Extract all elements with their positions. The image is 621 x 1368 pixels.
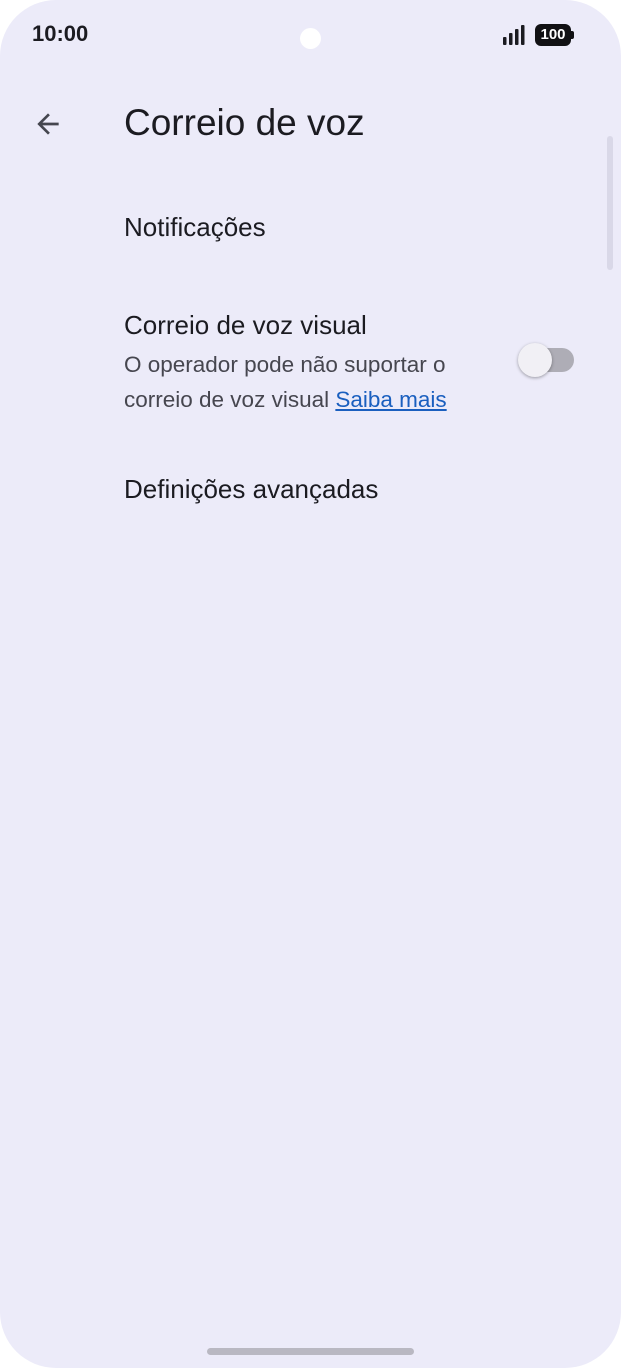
- advanced-settings-item[interactable]: Definições avançadas: [0, 450, 621, 530]
- page-title: Correio de voz: [124, 102, 365, 143]
- signal-bars-icon: [503, 25, 525, 45]
- notifications-title: Notificações: [124, 212, 266, 242]
- visual-voicemail-summary: O operador pode não suportar o correio d…: [124, 347, 504, 417]
- battery-level: 100: [535, 24, 571, 46]
- battery-tip: [571, 31, 574, 39]
- voicemail-settings-screen: 10:00 100 Correio de voz Notificações Co…: [0, 0, 621, 1368]
- battery-icon: 100: [535, 24, 575, 46]
- status-time: 10:00: [32, 21, 89, 46]
- camera-cutout: [300, 28, 321, 49]
- visual-voicemail-toggle[interactable]: [518, 341, 576, 379]
- notifications-item[interactable]: Notificações: [0, 190, 621, 270]
- back-button[interactable]: [24, 100, 72, 148]
- visual-voicemail-title: Correio de voz visual: [124, 310, 367, 340]
- advanced-settings-title: Definições avançadas: [124, 474, 379, 504]
- arrow-back-icon: [37, 113, 59, 135]
- toggle-thumb: [518, 343, 552, 377]
- home-indicator[interactable]: [207, 1348, 414, 1355]
- learn-more-link[interactable]: Saiba mais: [335, 387, 446, 412]
